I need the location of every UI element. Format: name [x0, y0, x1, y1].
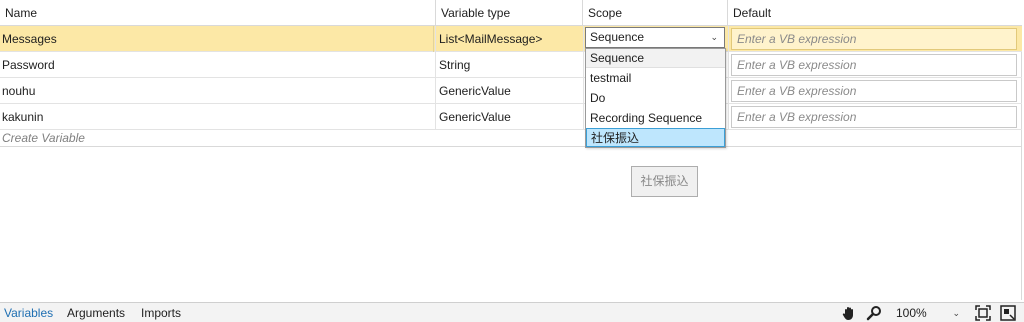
variable-type-cell[interactable]: GenericValue — [436, 104, 583, 130]
column-divider — [728, 26, 729, 130]
default-value-input[interactable]: Enter a VB expression — [731, 106, 1017, 128]
bottom-toolbar: Variables Arguments Imports 100% ⌄ — [0, 302, 1024, 322]
table-row[interactable]: Password String Enter a VB expression — [0, 52, 1022, 78]
column-header-scope[interactable]: Scope — [583, 0, 728, 26]
default-value-input[interactable]: Enter a VB expression — [731, 80, 1017, 102]
scope-option-sequence[interactable]: Sequence — [586, 49, 725, 68]
variable-type-cell[interactable]: String — [436, 52, 583, 78]
chevron-down-icon[interactable]: ⌄ — [710, 28, 718, 47]
variable-name-cell[interactable]: kakunin — [0, 104, 434, 130]
variable-name-cell[interactable]: Password — [0, 52, 434, 78]
table-row[interactable]: nouhu GenericValue Enter a VB expression — [0, 78, 1022, 104]
column-header-variable-type[interactable]: Variable type — [436, 0, 583, 26]
scope-option-highlighted[interactable]: 社保振込 — [586, 128, 725, 147]
overview-icon[interactable] — [1000, 305, 1016, 321]
column-header-name[interactable]: Name — [0, 0, 436, 26]
variable-type-cell[interactable]: List<MailMessage> — [436, 26, 583, 52]
column-header-default[interactable]: Default — [728, 0, 1022, 26]
scope-option-do[interactable]: Do — [586, 89, 725, 108]
table-row[interactable]: kakunin GenericValue Enter a VB expressi… — [0, 104, 1022, 130]
zoom-value: 100% — [896, 306, 927, 320]
fit-screen-icon[interactable] — [975, 305, 991, 321]
scope-combobox[interactable]: Sequence ⌄ — [585, 27, 725, 48]
hand-pan-icon[interactable] — [841, 305, 857, 321]
variables-grid: Name Variable type Scope Default Message… — [0, 0, 1022, 300]
scope-option-recording-sequence[interactable]: Recording Sequence — [586, 109, 725, 128]
column-divider — [435, 26, 436, 130]
scope-selected-value: Sequence — [590, 30, 645, 44]
tab-arguments[interactable]: Arguments — [67, 303, 125, 322]
scope-dropdown-list: Sequence testmail Do Recording Sequence … — [585, 48, 726, 148]
variable-name-cell[interactable]: Messages — [0, 26, 434, 52]
chevron-down-icon[interactable]: ⌄ — [952, 304, 960, 322]
variable-type-cell[interactable]: GenericValue — [436, 78, 583, 104]
default-value-input[interactable]: Enter a VB expression — [731, 28, 1017, 50]
default-value-input[interactable]: Enter a VB expression — [731, 54, 1017, 76]
table-row[interactable]: Messages List<MailMessage> Enter a VB ex… — [0, 26, 1022, 52]
column-divider — [583, 26, 584, 130]
grid-header: Name Variable type Scope Default — [0, 0, 1022, 26]
tab-variables[interactable]: Variables — [4, 303, 53, 322]
variable-name-cell[interactable]: nouhu — [0, 78, 434, 104]
magnifier-icon[interactable] — [866, 305, 882, 321]
create-variable-row[interactable]: Create Variable — [0, 130, 1022, 147]
zoom-select[interactable]: 100% ⌄ — [894, 304, 964, 322]
scope-option-testmail[interactable]: testmail — [586, 69, 725, 88]
tab-imports[interactable]: Imports — [141, 303, 181, 322]
drag-preview-button: 社保振込 — [631, 166, 698, 197]
